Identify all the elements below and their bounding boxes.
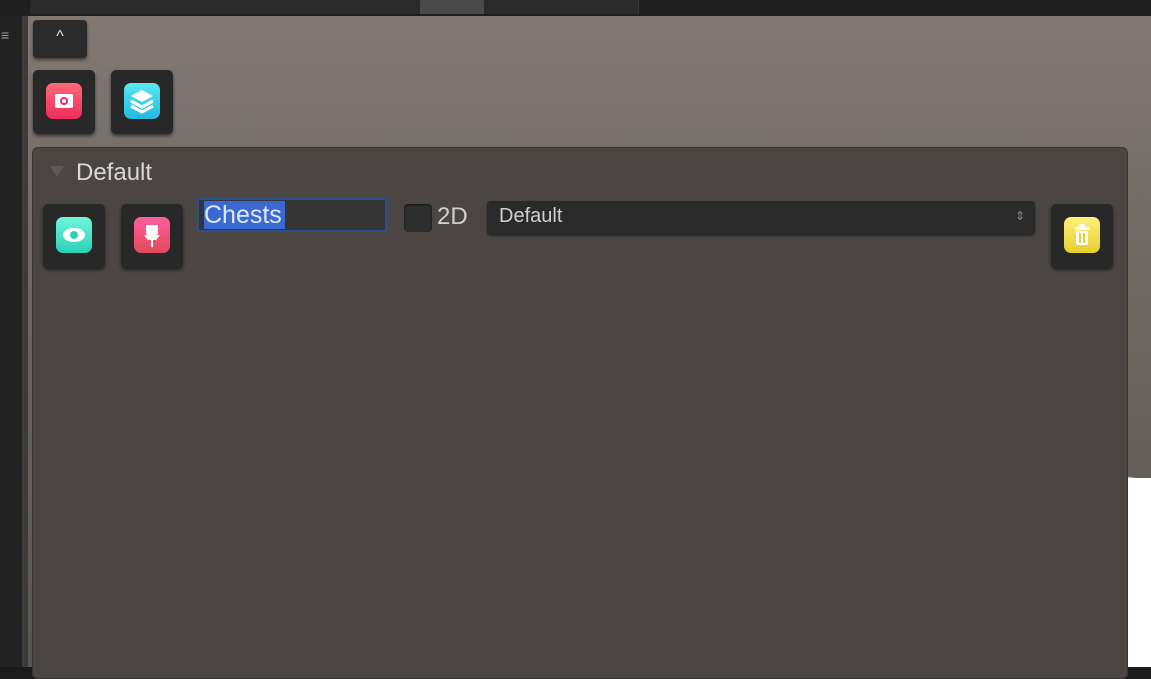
top-tab-strip (0, 0, 1151, 16)
layers-icon (124, 83, 160, 119)
layers-button[interactable] (111, 70, 173, 134)
scene-white-area (1125, 478, 1151, 667)
group-name-input[interactable]: Chests (197, 198, 387, 232)
group-title: Default (76, 159, 153, 186)
camera-icon (46, 83, 82, 119)
tab[interactable] (420, 0, 485, 14)
screenshot-button[interactable] (33, 70, 95, 134)
layer-dropdown[interactable]: Default ⇕ (487, 201, 1035, 235)
menu-icon[interactable]: ≡ (1, 28, 9, 42)
foldout-arrow-icon[interactable] (50, 166, 64, 177)
tab[interactable] (30, 0, 141, 14)
pin-icon (134, 217, 170, 253)
left-splitter[interactable] (22, 16, 28, 667)
pin-button[interactable] (121, 204, 183, 268)
2d-checkbox[interactable] (404, 204, 432, 232)
group-name-text: Chests (204, 201, 285, 229)
delete-group-button[interactable] (1051, 204, 1113, 268)
visibility-toggle-button[interactable] (43, 204, 105, 268)
eye-icon (56, 217, 92, 253)
2d-label: 2D (437, 203, 468, 230)
tab[interactable] (140, 0, 341, 14)
layer-dropdown-value: Default (499, 205, 563, 227)
tab[interactable] (484, 0, 549, 14)
trash-icon (1064, 217, 1100, 253)
tab[interactable] (340, 0, 421, 14)
chevron-updown-icon: ⇕ (1014, 209, 1025, 223)
collapse-button[interactable]: ^ (33, 20, 87, 58)
left-sidebar-edge (0, 16, 24, 667)
tab[interactable] (548, 0, 639, 14)
